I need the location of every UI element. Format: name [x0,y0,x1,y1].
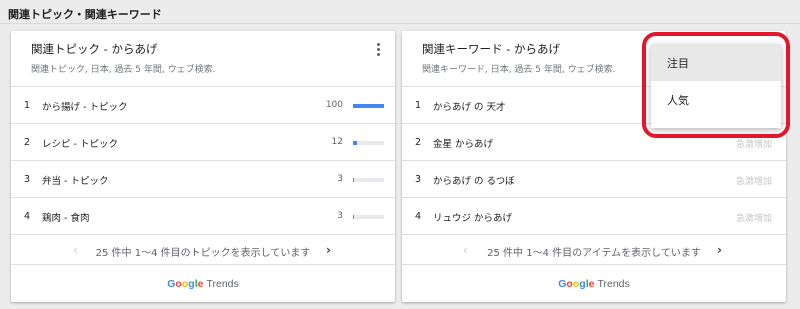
item-rank: 3 [415,174,422,185]
chevron-left-icon[interactable]: ‹ [73,243,78,257]
item-label[interactable]: 鶏肉 - 食肉 [42,210,89,224]
breakout-value: 急激増加 [735,140,772,150]
more-vert-icon[interactable] [375,43,381,59]
breakout-value: 急激増加 [735,177,772,187]
item-rank: 2 [24,137,31,148]
item-value: 100 [325,100,343,110]
list-item[interactable]: 1 から揚げ - トピック 100 [11,86,395,123]
chevron-left-icon[interactable]: ‹ [463,243,468,257]
item-rank: 1 [415,100,422,111]
breakout-value: 急激増加 [735,214,772,224]
item-label[interactable]: から揚げ - トピック [42,99,127,113]
item-rank: 1 [24,100,31,111]
item-label[interactable]: からあげ の るつぼ [433,173,515,187]
list-item[interactable]: 4 鶏肉 - 食肉 3 [11,197,395,234]
value-bar [353,215,384,219]
item-label[interactable]: からあげ の 天才 [433,99,506,113]
list-item[interactable]: 2 金星 からあげ 急激増加 [402,123,786,160]
value-bar-fill [353,215,354,219]
pagination: ‹ 25 件中 1～4 件目のアイテムを表示しています › [402,234,786,264]
value-bar-fill [353,104,384,108]
sort-dropdown-menu: 注目 人気 [651,44,781,128]
value-bar [353,141,384,145]
google-trends-footer: Google Trends [11,264,395,302]
trends-wordmark: Trends [597,278,630,290]
related-topics-card: 関連トピック - からあげ 関連トピック, 日本, 過去 5 年間, ウェブ検索… [11,31,395,302]
item-label[interactable]: 金星 からあげ [433,136,493,150]
list-item[interactable]: 4 リュウジ からあげ 急激増加 [402,197,786,234]
item-value: 3 [337,174,343,184]
value-bar-fill [353,141,357,145]
google-logo: Google [167,278,204,290]
value-bar-fill [353,178,354,182]
google-logo: Google [558,278,595,290]
pagination-text: 25 件中 1～4 件目のトピックを表示しています [95,248,311,259]
value-bar [353,178,384,182]
chevron-right-icon[interactable]: › [717,243,722,257]
card-title: 関連キーワード - からあげ [422,42,560,56]
dropdown-option-top[interactable]: 人気 [651,81,781,118]
item-label[interactable]: リュウジ からあげ [433,210,512,224]
list-item[interactable]: 2 レシピ - トピック 12 [11,123,395,160]
item-rank: 4 [415,211,422,222]
dropdown-option-rising[interactable]: 注目 [651,44,781,81]
item-value: 12 [331,137,343,147]
topics-list: 1 から揚げ - トピック 100 2 レシピ - トピック 12 3 弁当 -… [11,86,395,234]
section-header: 関連トピック・関連キーワード [0,0,800,24]
item-label[interactable]: レシピ - トピック [42,136,118,150]
item-value: 3 [337,211,343,221]
pagination: ‹ 25 件中 1～4 件目のトピックを表示しています › [11,234,395,264]
item-rank: 4 [24,211,31,222]
item-label[interactable]: 弁当 - トピック [42,173,108,187]
list-item[interactable]: 3 からあげ の るつぼ 急激増加 [402,160,786,197]
card-title: 関連トピック - からあげ [31,42,158,56]
value-bar [353,104,384,108]
trends-wordmark: Trends [206,278,239,290]
section-title: 関連トピック・関連キーワード [8,8,162,21]
item-rank: 2 [415,137,422,148]
card-subtitle: 関連トピック, 日本, 過去 5 年間, ウェブ検索. [31,65,216,75]
chevron-right-icon[interactable]: › [326,243,331,257]
list-item[interactable]: 3 弁当 - トピック 3 [11,160,395,197]
pagination-text: 25 件中 1～4 件目のアイテムを表示しています [487,248,701,259]
item-rank: 3 [24,174,31,185]
card-subtitle: 関連キーワード, 日本, 過去 5 年間, ウェブ検索. [422,65,616,75]
google-trends-footer: Google Trends [402,264,786,302]
